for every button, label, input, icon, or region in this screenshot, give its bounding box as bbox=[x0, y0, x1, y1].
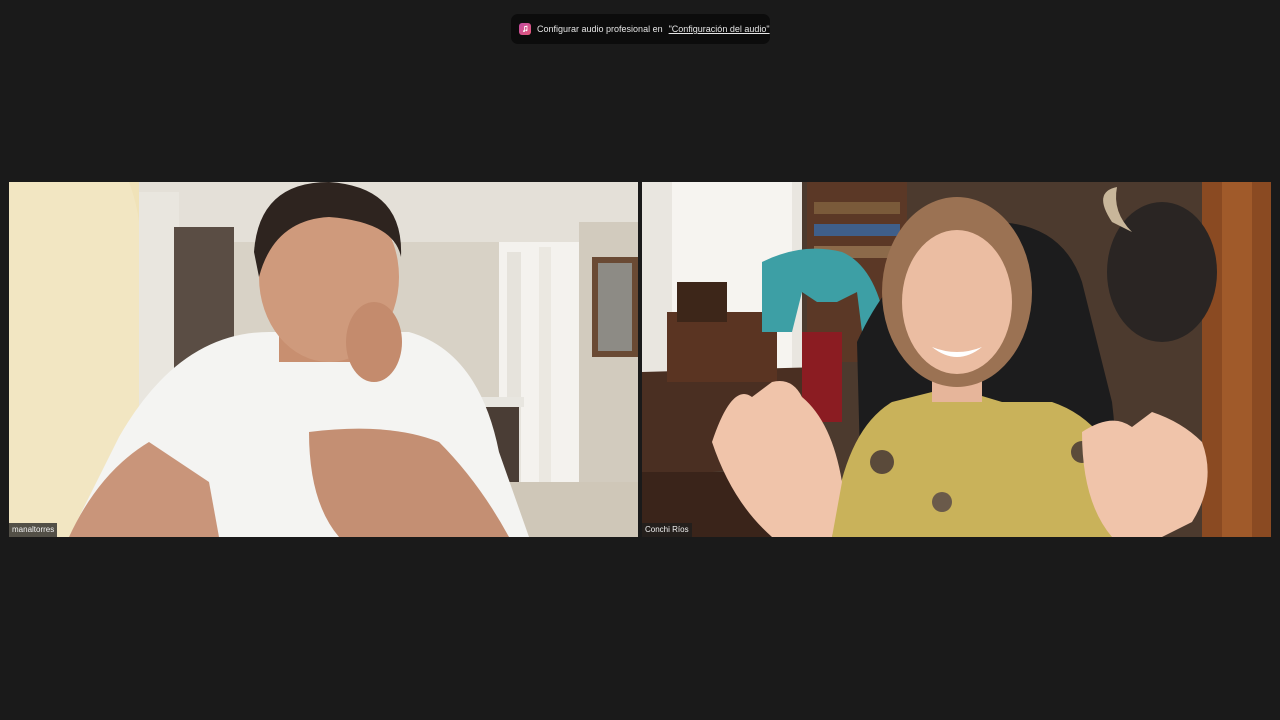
video-tile-left[interactable]: manaltorres bbox=[9, 182, 638, 537]
music-note-icon bbox=[519, 23, 531, 35]
audio-settings-link[interactable]: "Configuración del audio" bbox=[669, 24, 770, 34]
participant-name-label: manaltorres bbox=[9, 523, 58, 537]
participant-name-label: Conchi Ríos bbox=[642, 523, 692, 537]
banner-text: Configurar audio profesional en bbox=[537, 24, 663, 34]
video-feed-left bbox=[9, 182, 638, 537]
meeting-stage: Configurar audio profesional en "Configu… bbox=[0, 0, 1280, 720]
video-feed-right bbox=[642, 182, 1271, 537]
video-tile-right[interactable]: Conchi Ríos bbox=[642, 182, 1271, 537]
audio-notification-banner: Configurar audio profesional en "Configu… bbox=[511, 14, 770, 44]
